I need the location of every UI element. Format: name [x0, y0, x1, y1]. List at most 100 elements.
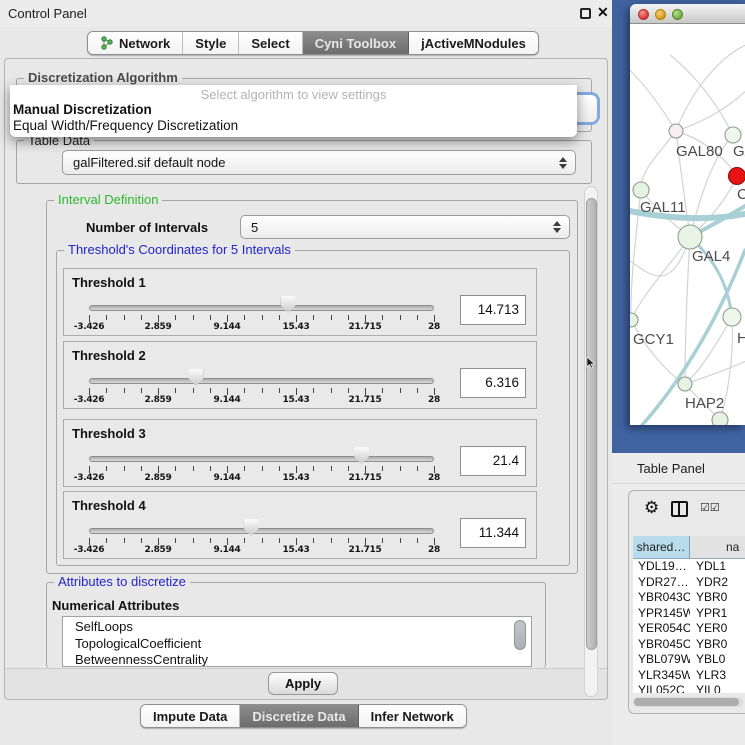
close-traffic-light-icon[interactable] — [638, 9, 649, 20]
slider-tick — [400, 315, 401, 320]
slider-tick — [365, 466, 366, 473]
threshold-value-field[interactable]: 21.4 — [460, 446, 526, 476]
apply-button[interactable]: Apply — [268, 672, 338, 695]
slider-tick — [296, 315, 297, 322]
threshold-slider-track[interactable] — [89, 528, 434, 534]
table-row[interactable]: YIL052CYIL0 — [633, 683, 745, 693]
minimize-traffic-light-icon[interactable] — [655, 9, 666, 20]
slider-tick-label: -3.426 — [74, 322, 104, 332]
slider-tick — [382, 315, 383, 320]
table-row[interactable]: YDR27…YDR2 — [633, 575, 745, 591]
slider-tick — [244, 466, 245, 471]
tab-network[interactable]: Network — [88, 32, 183, 54]
tab-select[interactable]: Select — [239, 32, 302, 54]
thresholds-group-title: Threshold's Coordinates for 5 Intervals — [64, 243, 295, 256]
slider-tick-label: 15.43 — [283, 395, 310, 405]
close-icon[interactable]: ✕ — [597, 4, 609, 21]
bottom-tab-discretize-data[interactable]: Discretize Data — [240, 705, 358, 727]
table-row[interactable]: YDL19…YDL1 — [633, 559, 745, 575]
zoom-traffic-light-icon[interactable] — [672, 9, 683, 20]
attributes-list-scrollbar[interactable] — [514, 620, 526, 650]
gear-icon[interactable]: ⚙ — [644, 498, 659, 518]
main-scrollbar-thumb[interactable] — [586, 198, 597, 650]
slider-tick-label: 28 — [428, 322, 440, 332]
table-row[interactable]: YER054CYER0 — [633, 621, 745, 637]
tab-cyni-toolbox[interactable]: Cyni Toolbox — [303, 32, 409, 54]
checkbox-columns-icon[interactable]: ☑☑ — [700, 501, 720, 514]
network-edge — [631, 237, 690, 320]
cell-name: YER0 — [690, 621, 745, 637]
split-view-icon[interactable] — [671, 501, 688, 517]
slider-tick — [175, 315, 176, 320]
slider-tick — [244, 315, 245, 320]
tab-label: Cyni Toolbox — [315, 36, 396, 51]
slider-tick-label: 21.715 — [349, 322, 382, 332]
bottom-tab-impute-data[interactable]: Impute Data — [141, 705, 240, 727]
popup-placeholder: Select algorithm to view settings — [10, 87, 577, 102]
bottom-tab-label: Discretize Data — [252, 709, 345, 724]
attribute-list-item[interactable]: SelfLoops — [75, 619, 531, 636]
tab-style[interactable]: Style — [183, 32, 239, 54]
slider-tick — [400, 388, 401, 393]
bottom-tab-infer-network[interactable]: Infer Network — [359, 705, 466, 727]
cell-shared-name: YBR045C — [633, 637, 690, 653]
threshold-panel-3: Threshold 3-3.4262.8599.14415.4321.71528… — [63, 419, 537, 487]
slider-tick — [210, 388, 211, 393]
threshold-slider-track[interactable] — [89, 378, 434, 384]
slider-tick — [417, 466, 418, 471]
slider-tick — [296, 538, 297, 545]
attribute-list-item[interactable]: TopologicalCoefficient — [75, 636, 531, 653]
table-row[interactable]: YLR345WYLR3 — [633, 668, 745, 684]
slider-tick — [106, 388, 107, 393]
slider-tick — [124, 538, 125, 543]
slider-tick — [382, 538, 383, 543]
table-row[interactable]: YBL079WYBL0 — [633, 652, 745, 668]
threshold-slider-track[interactable] — [89, 456, 434, 462]
table-row[interactable]: YPR145WYPR1 — [633, 606, 745, 622]
network-node — [633, 182, 649, 198]
threshold-value-field[interactable]: 6.316 — [460, 368, 526, 398]
slider-tick — [193, 315, 194, 320]
slider-tick — [296, 466, 297, 473]
network-node — [678, 377, 692, 391]
combo-stepper-icon[interactable] — [559, 157, 567, 169]
slider-tick — [417, 388, 418, 393]
threshold-panel-4: Threshold 4-3.4262.8599.14415.4321.71528… — [63, 491, 537, 559]
tab-jactivemnodules[interactable]: jActiveMNodules — [409, 32, 538, 54]
slider-tick — [106, 315, 107, 320]
threshold-slider-track[interactable] — [89, 305, 434, 311]
slider-tick — [244, 388, 245, 393]
cell-shared-name: YLR345W — [633, 668, 690, 684]
control-panel-title: Control Panel — [8, 6, 87, 21]
table-row[interactable]: YBR045CYBR0 — [633, 637, 745, 653]
column-header-shared-name[interactable]: shared… — [633, 536, 690, 558]
table-data-combo[interactable]: galFiltered.sif default node — [62, 150, 576, 175]
threshold-value-field[interactable]: 11.344 — [460, 518, 526, 548]
popup-item-equal-width[interactable]: Equal Width/Frequency Discretization — [13, 118, 238, 133]
slider-tick — [382, 466, 383, 471]
number-of-intervals-combo[interactable]: 5 — [240, 215, 570, 239]
tab-label: jActiveMNodules — [421, 36, 526, 51]
threshold-panel-1: Threshold 1-3.4262.8599.14415.4321.71528… — [63, 268, 537, 336]
popup-item-manual-discretization[interactable]: Manual Discretization — [13, 102, 152, 117]
interval-definition-title: Interval Definition — [54, 193, 162, 206]
slider-tick — [313, 538, 314, 543]
network-window-titlebar[interactable] — [630, 4, 745, 24]
attribute-list-item[interactable]: BetweennessCentrality — [75, 652, 531, 667]
column-header-name[interactable]: na — [690, 536, 745, 558]
slider-tick — [382, 388, 383, 393]
numerical-attributes-list[interactable]: SelfLoopsTopologicalCoefficientBetweenne… — [62, 616, 532, 667]
table-hscrollbar-thumb[interactable] — [634, 698, 739, 706]
network-node-label: HAP2 — [685, 395, 724, 412]
slider-tick — [89, 388, 90, 395]
float-window-icon[interactable] — [580, 8, 591, 19]
slider-tick-label: 15.43 — [283, 545, 310, 555]
slider-tick — [141, 315, 142, 320]
tab-label: Select — [251, 36, 289, 51]
network-canvas[interactable]: GAL80GACGAL11GAL4GCY1HHAP2 — [630, 25, 745, 425]
threshold-value-field[interactable]: 14.713 — [460, 295, 526, 325]
slider-tick — [262, 538, 263, 543]
table-row[interactable]: YBR043CYBR0 — [633, 590, 745, 606]
combo-stepper-icon[interactable] — [553, 221, 561, 233]
slider-tick — [279, 466, 280, 471]
